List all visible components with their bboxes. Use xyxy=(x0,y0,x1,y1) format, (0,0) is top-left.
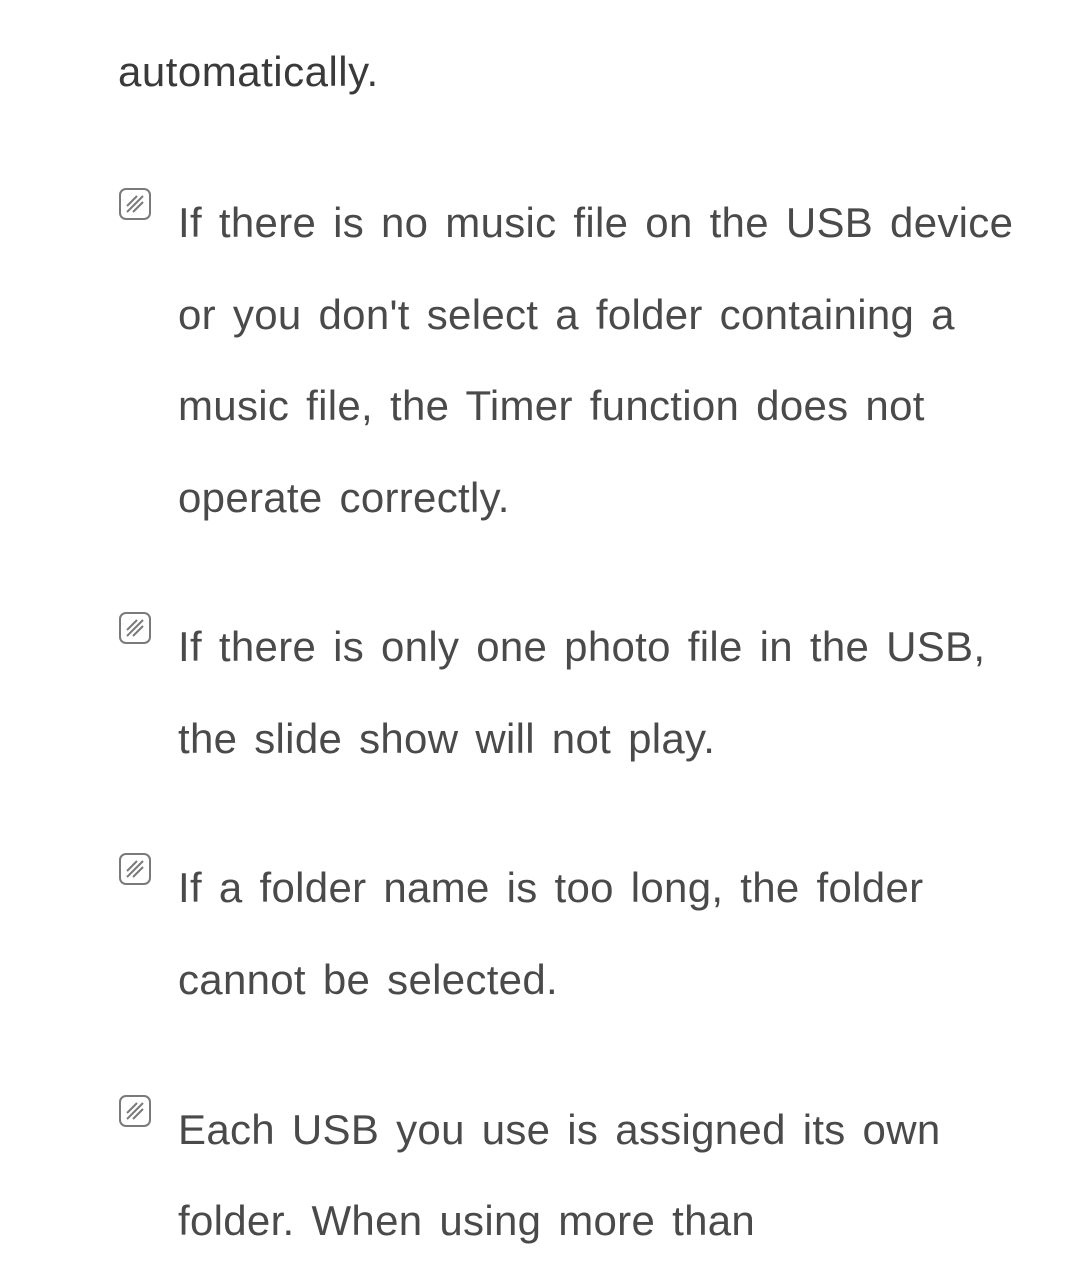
document-page: automatically. If there is no music file… xyxy=(0,0,1080,1267)
intro-text-fragment: automatically. xyxy=(118,38,1025,105)
note-item: If there is only one photo file in the U… xyxy=(118,601,1025,784)
note-list: If there is no music file on the USB dev… xyxy=(118,177,1025,1266)
note-text: If a folder name is too long, the folder… xyxy=(178,842,1025,1025)
note-text: If there is no music file on the USB dev… xyxy=(178,177,1025,543)
note-text: If there is only one photo file in the U… xyxy=(178,601,1025,784)
note-icon xyxy=(118,187,152,221)
note-icon xyxy=(118,852,152,886)
note-text: Each USB you use is assigned its own fol… xyxy=(178,1084,1025,1267)
note-item: Each USB you use is assigned its own fol… xyxy=(118,1084,1025,1267)
note-icon xyxy=(118,611,152,645)
note-item: If there is no music file on the USB dev… xyxy=(118,177,1025,543)
note-icon xyxy=(118,1094,152,1128)
note-item: If a folder name is too long, the folder… xyxy=(118,842,1025,1025)
